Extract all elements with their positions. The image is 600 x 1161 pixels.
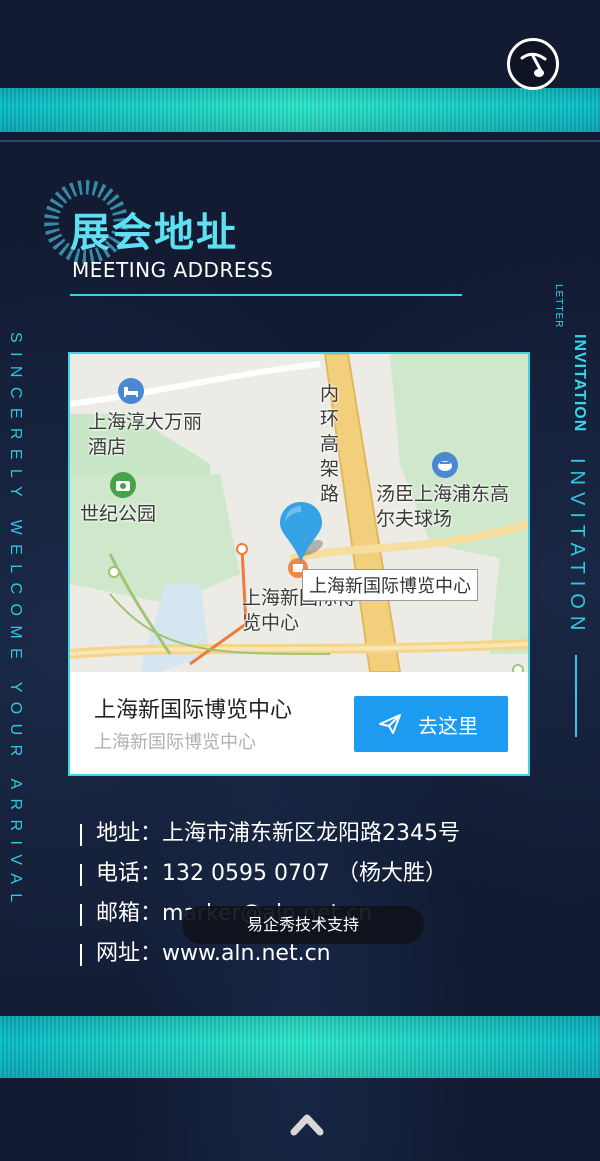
section-title: 展会地址 xyxy=(70,210,238,256)
place-info-panel: 上海新国际博览中心 上海新国际博览中心 去这里 xyxy=(70,672,528,774)
right-vertical-bar xyxy=(575,655,577,737)
contact-address: 地址：上海市浦东新区龙阳路2345号 xyxy=(96,821,460,846)
navigate-button-label: 去这里 xyxy=(418,714,478,738)
map-label-park: 世纪公园 xyxy=(80,503,157,525)
music-toggle-button[interactable] xyxy=(507,38,559,90)
place-name: 上海新国际博览中心 xyxy=(94,698,293,723)
tech-support-toast[interactable]: 易企秀技术支持 xyxy=(182,906,424,944)
contact-phone[interactable]: 电话：132 0595 0707 （杨大胜） xyxy=(96,854,447,894)
title-underline xyxy=(70,294,462,296)
right-invitation-large-text: INVITATION xyxy=(566,458,588,638)
row-marker xyxy=(80,944,82,966)
row-marker xyxy=(80,864,82,886)
section-subtitle: MEETING ADDRESS xyxy=(72,258,274,282)
music-note-icon xyxy=(520,52,547,77)
row-marker xyxy=(80,904,82,926)
top-divider xyxy=(0,140,600,142)
bed-icon xyxy=(118,378,144,404)
map-pin-icon[interactable] xyxy=(278,500,324,566)
paper-plane-icon xyxy=(379,714,401,734)
map-view[interactable]: 上海淳大万丽酒店 世纪公园 内环高架路 汤臣上海浦东高尔夫球场 上海新国际博览中… xyxy=(70,354,528,672)
map-label-golf: 汤臣上海浦东高尔夫球场 xyxy=(376,483,510,530)
place-address: 上海新国际博览中心 xyxy=(94,732,256,753)
left-vertical-welcome-text: SINCERELY WELCOME YOUR ARRIVAL xyxy=(7,332,24,912)
golf-icon xyxy=(432,452,458,478)
navigate-button[interactable]: 去这里 xyxy=(354,696,508,752)
camera-icon xyxy=(110,472,136,498)
chevron-up-icon[interactable] xyxy=(290,1112,324,1136)
map-card: 上海淳大万丽酒店 世纪公园 内环高架路 汤臣上海浦东高尔夫球场 上海新国际博览中… xyxy=(68,352,530,776)
map-venue-callout: 上海新国际博览中心 xyxy=(302,569,478,601)
top-stripe-band xyxy=(0,88,600,132)
map-label-hotel: 上海淳大万丽酒店 xyxy=(88,411,203,458)
map-label-road: 内环高架路 xyxy=(320,383,340,505)
right-invitation-text: INVITATION xyxy=(571,334,588,433)
right-letter-text: LETTER xyxy=(553,284,564,329)
bottom-stripe-band xyxy=(0,1016,600,1078)
row-marker xyxy=(80,824,82,846)
